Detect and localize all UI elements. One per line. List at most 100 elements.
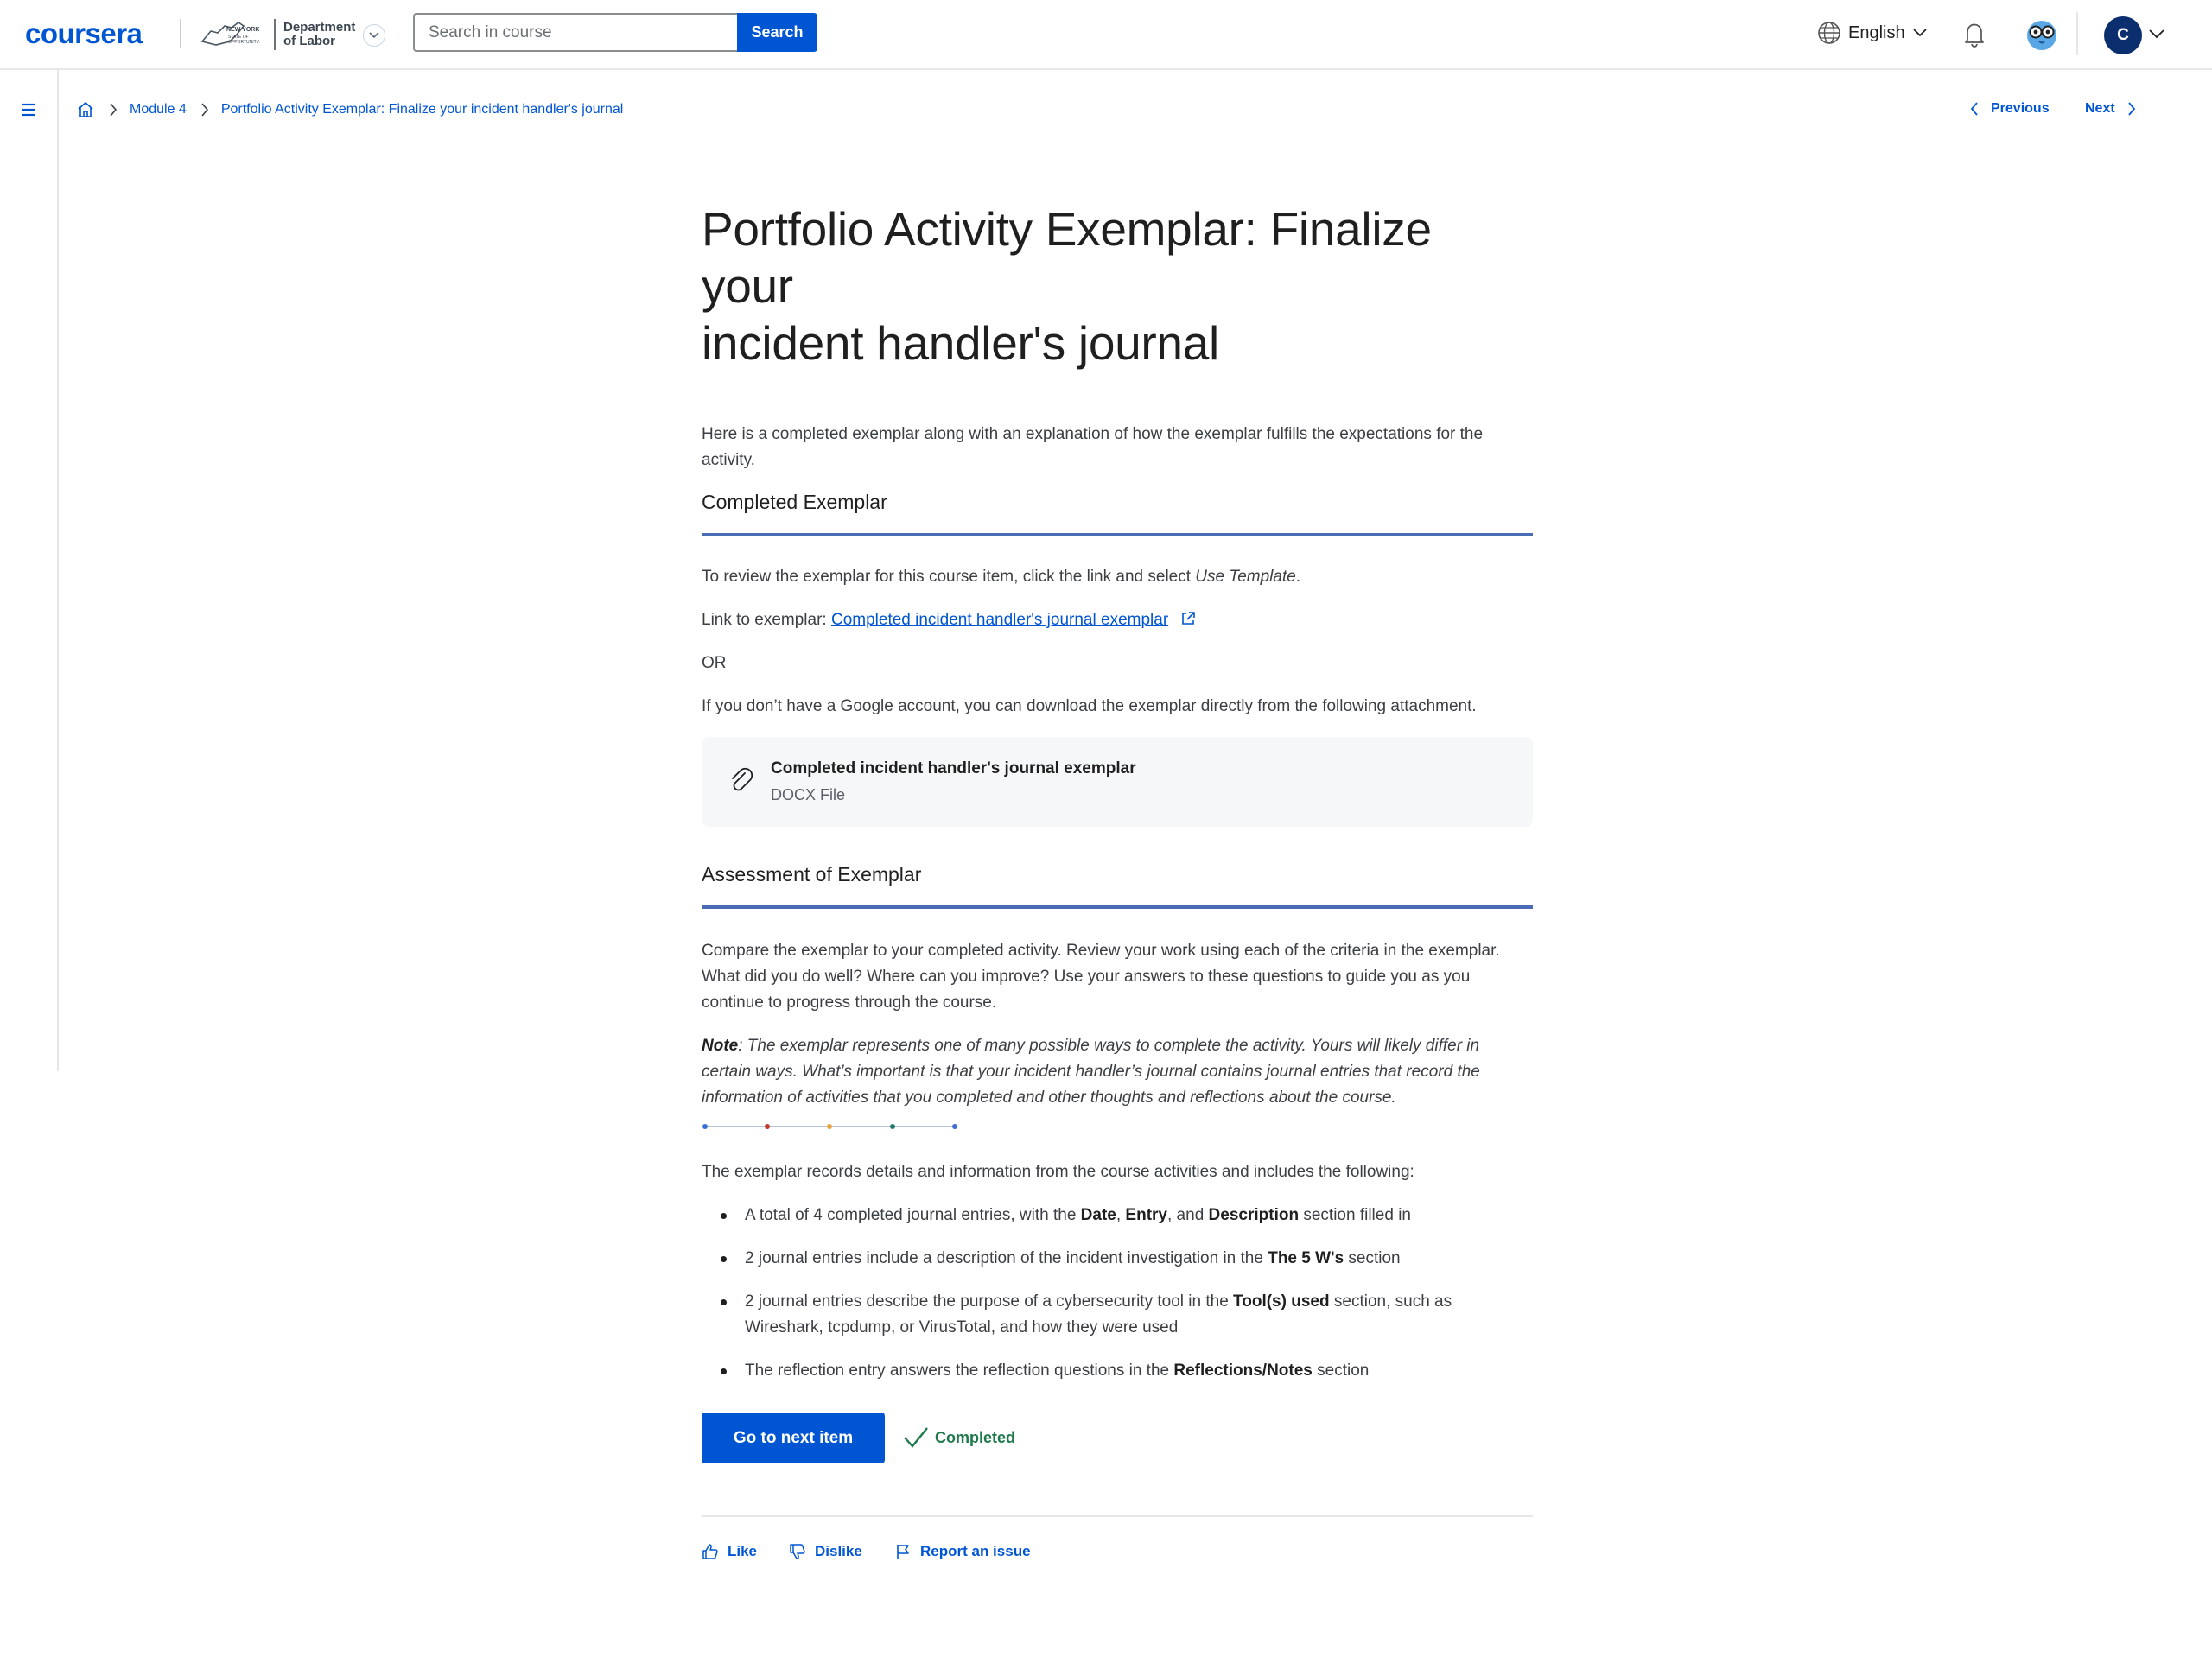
chevron-right-icon (201, 103, 208, 117)
section-rule (702, 533, 1533, 536)
partner-name: Department of Labor (283, 21, 355, 48)
new-york-seal-icon: NEW YORK STATE OF OPPORTUNITY. (200, 19, 276, 50)
search-button[interactable]: Search (737, 13, 817, 52)
chevron-down-icon (369, 32, 379, 39)
attachment-type: DOCX File (771, 786, 846, 803)
bullet-bold: Reflections/Notes (1173, 1362, 1313, 1380)
coach-owl-icon (2027, 21, 2056, 50)
next-item-button[interactable]: Next (2085, 100, 2138, 117)
home-icon[interactable] (76, 100, 95, 119)
bullet-text: 2 journal entries describe the purpose o… (745, 1292, 1234, 1311)
breadcrumb-separator (109, 102, 118, 117)
bullet-text: 2 journal entries include a description … (745, 1249, 1268, 1267)
svg-text:OPPORTUNITY.: OPPORTUNITY. (228, 40, 260, 45)
thumbs-down-icon (790, 1544, 805, 1559)
completed-label: Completed (935, 1428, 1016, 1446)
left-rail (0, 70, 59, 1071)
checkmark-icon (904, 1427, 928, 1448)
use-template-emphasis: Use Template (1195, 568, 1296, 586)
records-text: The exemplar records details and informa… (702, 1163, 1414, 1181)
footer-divider (702, 1515, 1533, 1517)
note-body: : The exemplar represents one of many po… (702, 1037, 1480, 1107)
menu-toggle-button[interactable] (21, 102, 36, 122)
section-rule (702, 905, 1533, 909)
thumbs-up-icon (702, 1544, 718, 1559)
bullet-bold: Tool(s) used (1233, 1292, 1330, 1311)
list-item: A total of 4 completed journal entries, … (702, 1203, 1533, 1228)
chevron-down-icon (1912, 29, 1927, 37)
partner-dropdown-button[interactable] (363, 24, 385, 47)
completion-status: Completed (902, 1425, 1015, 1451)
bullet-text: The reflection entry answers the reflect… (745, 1362, 1174, 1380)
partner-logo[interactable]: NEW YORK STATE OF OPPORTUNITY. Departmen… (199, 16, 355, 54)
account-menu-toggle[interactable] (2148, 28, 2165, 44)
notifications-button[interactable] (1960, 19, 1989, 53)
course-search-input[interactable] (413, 13, 738, 52)
bell-icon (1965, 23, 1984, 48)
section-heading-assessment: Assessment of Exemplar (702, 863, 922, 886)
chevron-right-icon (2128, 102, 2135, 116)
language-selector[interactable]: English (1817, 21, 1928, 45)
language-label: English (1848, 22, 1905, 42)
criteria-list: A total of 4 completed journal entries, … (702, 1203, 1533, 1384)
decorative-divider (702, 1121, 961, 1132)
item-content: Portfolio Activity Exemplar: Finalize yo… (702, 200, 1533, 1384)
like-label: Like (728, 1543, 758, 1559)
dislike-label: Dislike (815, 1543, 862, 1559)
bullet-bold: The 5 W's (1268, 1249, 1344, 1267)
divider-dot (890, 1124, 895, 1129)
bullet-text: section (1344, 1249, 1401, 1267)
list-item: 2 journal entries describe the purpose o… (702, 1289, 1533, 1341)
breadcrumb-current-item[interactable]: Portfolio Activity Exemplar: Finalize yo… (221, 102, 624, 117)
compare-text: Compare the exemplar to your completed a… (702, 942, 1500, 1012)
go-to-next-item-button[interactable]: Go to next item (702, 1413, 885, 1463)
coach-assistant-button[interactable] (2024, 16, 2060, 56)
page-title-line-1: Portfolio Activity Exemplar: Finalize yo… (702, 202, 1432, 313)
or-text: OR (702, 654, 727, 672)
breadcrumb-module-link[interactable]: Module 4 (130, 102, 187, 117)
intro-text: Here is a completed exemplar along with … (702, 425, 1484, 469)
user-avatar[interactable]: C (2104, 16, 2142, 54)
chevron-right-icon (110, 103, 118, 117)
exemplar-link[interactable]: Completed incident handler's journal exe… (831, 611, 1168, 629)
partner-line-1: Department (283, 20, 356, 35)
coursera-logo[interactable]: coursera (25, 17, 143, 50)
bullet-text: section filled in (1299, 1206, 1411, 1224)
review-text: To review the exemplar for this course i… (702, 568, 1196, 586)
attachment-name: Completed incident handler's journal exe… (771, 759, 1136, 778)
link-label: Link to exemplar: (702, 611, 831, 629)
previous-item-button[interactable]: Previous (1968, 100, 2050, 117)
review-end: . (1295, 568, 1301, 586)
list-item: 2 journal entries include a description … (702, 1246, 1533, 1272)
breadcrumb: Module 4 Portfolio Activity Exemplar: Fi… (76, 100, 623, 119)
section-heading-completed-exemplar: Completed Exemplar (702, 491, 887, 513)
bullet-bold: Date (1080, 1206, 1116, 1224)
hamburger-menu-icon (22, 103, 35, 117)
bullet-text: section (1312, 1362, 1370, 1380)
globe-icon (1818, 22, 1840, 44)
bullet-text: , (1116, 1206, 1126, 1224)
previous-label: Previous (1991, 101, 2050, 116)
note-label: Note (702, 1037, 739, 1055)
divider-dot (952, 1124, 957, 1129)
divider-dot (827, 1124, 832, 1129)
divider-dot (702, 1124, 708, 1129)
flag-icon (897, 1545, 909, 1559)
divider-dot (765, 1124, 770, 1129)
report-label: Report an issue (920, 1543, 1031, 1559)
report-issue-button[interactable]: Report an issue (894, 1543, 1031, 1560)
like-button[interactable]: Like (702, 1543, 757, 1560)
next-label: Next (2085, 101, 2115, 116)
svg-text:NEW YORK: NEW YORK (226, 27, 259, 33)
review-instructions: To review the exemplar for this course i… (702, 564, 1533, 590)
exemplar-link-line: Link to exemplar: Completed incident han… (702, 607, 1533, 633)
external-link-icon (1182, 612, 1196, 625)
attachment-card[interactable]: Completed incident handler's journal exe… (702, 737, 1533, 827)
bullet-bold: Entry (1125, 1206, 1167, 1224)
logo-divider (180, 19, 181, 48)
partner-line-2: of Labor (283, 34, 335, 48)
bullet-bold: Description (1208, 1206, 1300, 1224)
top-header: coursera NEW YORK STATE OF OPPORTUNITY. … (0, 0, 2212, 70)
dislike-button[interactable]: Dislike (789, 1543, 862, 1560)
header-divider (2076, 12, 2078, 55)
